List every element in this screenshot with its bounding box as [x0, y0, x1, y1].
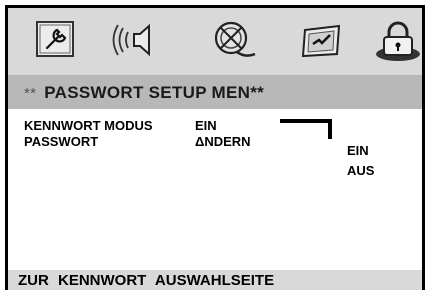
- password-label: PASSWORT: [24, 134, 99, 149]
- title-stars: **: [24, 85, 37, 102]
- film-reel-icon[interactable]: [207, 16, 259, 64]
- page-title: ** PASSWORT SETUP MEN**: [24, 83, 264, 103]
- menu-title-bar: ** PASSWORT SETUP MEN**: [8, 75, 422, 109]
- help-footer: ZUR KENNWORT AUSWAHLSEITE: [8, 270, 422, 290]
- padlock-icon[interactable]: [370, 16, 422, 64]
- title-label: PASSWORT SETUP MEN**: [44, 83, 265, 102]
- password-change-value[interactable]: ΔNDERN: [195, 134, 251, 149]
- footer-help-text: ZUR KENNWORT AUSWAHLSEITE: [18, 272, 275, 289]
- submenu-bracket: [280, 119, 332, 139]
- tab-bar: [8, 8, 422, 75]
- option-off[interactable]: AUS: [347, 163, 374, 178]
- speaker-icon[interactable]: [110, 16, 162, 64]
- option-on[interactable]: EIN: [347, 143, 369, 158]
- wrench-icon[interactable]: [29, 16, 81, 64]
- password-mode-value[interactable]: EIN: [195, 118, 217, 133]
- password-mode-label: KENNWORT MODUS: [24, 118, 153, 133]
- check-screen-icon[interactable]: [295, 16, 347, 64]
- setup-menu-screen: ** PASSWORT SETUP MEN** KENNWORT MODUS EI…: [5, 5, 425, 290]
